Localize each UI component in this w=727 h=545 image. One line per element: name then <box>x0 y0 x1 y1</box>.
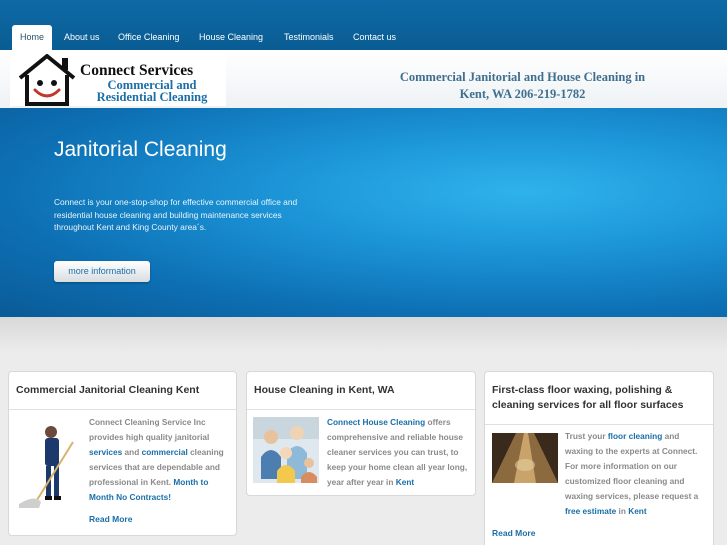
card-header: House Cleaning in Kent, WA <box>247 372 475 410</box>
kent-link[interactable]: Kent <box>396 477 414 487</box>
read-more-link[interactable]: Read More <box>492 528 535 538</box>
family-photo <box>253 417 319 483</box>
nav-testimonials[interactable]: Testimonials <box>284 25 334 50</box>
nav-house-cleaning[interactable]: House Cleaning <box>199 25 263 50</box>
kent-link[interactable]: Kent <box>628 506 646 516</box>
card-text: Connect House Cleaning offers comprehens… <box>327 415 471 490</box>
card-floor-waxing: First-class floor waxing, polishing & cl… <box>484 371 714 545</box>
more-information-button[interactable]: more information <box>54 261 150 282</box>
card-text-part: in <box>618 506 626 516</box>
divider-band <box>0 317 727 353</box>
nav-home[interactable]: Home <box>12 25 53 50</box>
smiling-house-icon <box>18 54 76 106</box>
site-header: Connect Services Commercial and Resident… <box>0 50 727 108</box>
card-header: Commercial Janitorial Cleaning Kent <box>9 372 236 410</box>
nav-contact-us[interactable]: Contact us <box>353 25 396 50</box>
janitor-photo <box>19 426 74 508</box>
services-link[interactable]: services <box>89 447 122 457</box>
hero-banner: Janitorial Cleaning Connect is your one-… <box>0 108 727 317</box>
card-text-wrap: Trust your floor cleaning and waxing to … <box>491 429 709 519</box>
card-text-part: and <box>124 447 140 457</box>
read-more-link[interactable]: Read More <box>89 514 132 524</box>
card-title: Commercial Janitorial Cleaning Kent <box>16 384 200 396</box>
connect-house-cleaning-link[interactable]: Connect House Cleaning <box>327 417 425 427</box>
logo-subtitle: Commercial and Residential Cleaning <box>82 79 222 104</box>
card-text-part: Connect Cleaning Service Inc provides hi… <box>89 417 210 442</box>
commercial-link[interactable]: commercial <box>142 447 188 457</box>
logo[interactable]: Connect Services Commercial and Resident… <box>10 52 226 106</box>
card-title: House Cleaning in Kent, WA <box>254 384 395 396</box>
nav-office-cleaning[interactable]: Office Cleaning <box>118 25 179 50</box>
top-navigation: Home About us Office Cleaning House Clea… <box>0 0 727 50</box>
card-header: First-class floor waxing, polishing & cl… <box>485 372 713 425</box>
floor-cleaning-link[interactable]: floor cleaning <box>608 431 662 441</box>
tagline-line-2: Kent, WA 206-219-1782 <box>459 87 586 101</box>
nav-about-us[interactable]: About us <box>64 25 100 50</box>
card-house-cleaning: House Cleaning in Kent, WA Connect House… <box>246 371 476 496</box>
hero-description: Connect is your one-stop-shop for effect… <box>54 197 298 232</box>
free-estimate-link[interactable]: free estimate <box>565 506 616 516</box>
card-text: Trust your floor cleaning and waxing to … <box>491 429 709 519</box>
logo-subtitle-line-2: Residential Cleaning <box>96 90 208 104</box>
header-tagline: Commercial Janitorial and House Cleaning… <box>380 69 665 103</box>
card-text-part: Trust your <box>565 431 606 441</box>
card-body: Connect Cleaning Service Inc provides hi… <box>89 415 235 505</box>
card-commercial-janitorial: Commercial Janitorial Cleaning Kent Conn… <box>8 371 237 536</box>
hero-title: Janitorial Cleaning <box>54 138 227 161</box>
card-text-part: and waxing to the experts at Connect. Fo… <box>565 431 699 501</box>
tagline-line-1: Commercial Janitorial and House Cleaning… <box>399 70 646 84</box>
card-text: Connect Cleaning Service Inc provides hi… <box>89 415 235 505</box>
card-title: First-class floor waxing, polishing & cl… <box>492 384 684 411</box>
